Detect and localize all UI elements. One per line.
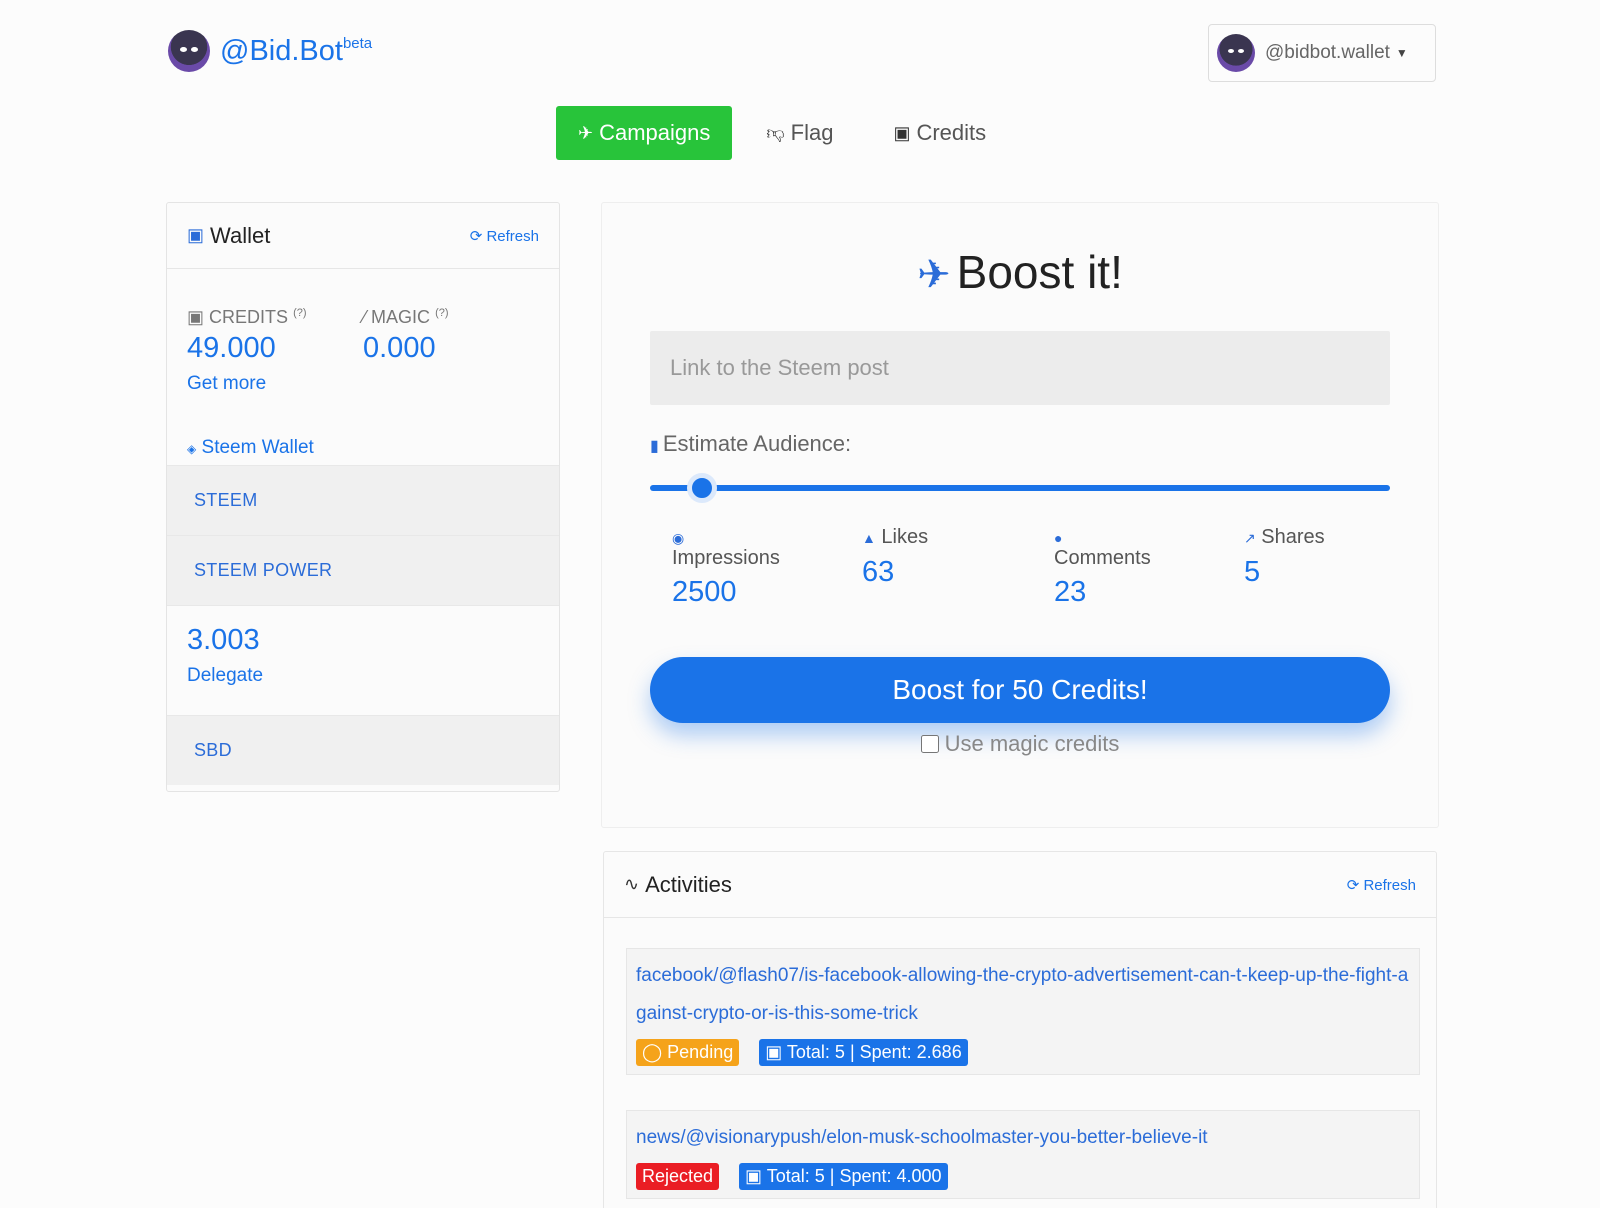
activities-header: ∿ Activities ⟳ Refresh <box>604 852 1436 918</box>
status-badge: Rejected <box>636 1163 720 1190</box>
rocket-icon: ✈ <box>917 253 951 297</box>
magic-balance: ⁄ MAGIC (?) 0.000 <box>363 307 539 395</box>
stat-comments: ● Comments 23 <box>1054 530 1151 608</box>
credits-balance: ▣ CREDITS (?) 49.000 Get more <box>187 307 363 395</box>
wallet-card: ▣ Wallet ⟳ Refresh ▣ CREDITS (?) 49.000 G… <box>166 202 560 792</box>
steem-row: STEEM <box>167 465 559 535</box>
tab-campaigns[interactable]: ✈ Campaigns <box>556 106 733 160</box>
get-more-link[interactable]: Get more <box>187 373 363 395</box>
steem-icon: ◈ <box>187 442 197 456</box>
tab-flag[interactable]: 👎︎ Flag <box>744 106 855 160</box>
estimate-audience-label: ▮ Estimate Audience: <box>650 431 852 456</box>
user-name: @bidbot.wallet <box>1265 42 1390 63</box>
boost-button[interactable]: Boost for 50 Credits! <box>650 657 1390 723</box>
bar-chart-icon: ▮ <box>650 438 659 455</box>
main-nav: ✈ Campaigns 👎︎ Flag ▣ Credits <box>556 106 1008 160</box>
user-menu-dropdown[interactable]: @bidbot.wallet ▼ <box>1208 24 1436 82</box>
money-icon: ▣ <box>187 225 205 245</box>
credits-value: 49.000 <box>187 332 276 364</box>
steem-wallet-link[interactable]: ◈ Steem Wallet <box>167 395 559 459</box>
credits-icon: ▣ <box>187 307 205 327</box>
bot-avatar-icon <box>168 30 210 72</box>
magic-help[interactable]: (?) <box>435 307 448 319</box>
delegate-link[interactable]: Delegate <box>187 665 539 687</box>
activity-link[interactable]: news/@visionarypush/elon-musk-schoolmast… <box>636 1127 1208 1148</box>
stat-impressions: ◉ Impressions 2500 <box>672 530 780 608</box>
caret-down-icon: ▼ <box>1395 46 1408 60</box>
wallet-title: ▣ Wallet <box>187 222 271 248</box>
rocket-icon: ✈ <box>578 122 594 143</box>
activity-item: news/@visionarypush/elon-musk-schoolmast… <box>626 1110 1420 1199</box>
post-link-input[interactable] <box>650 331 1390 405</box>
audience-slider-track[interactable] <box>650 485 1390 491</box>
comment-icon: ● <box>1054 530 1063 546</box>
totals-badge: ▣ Total: 5 | Spent: 2.686 <box>759 1039 968 1066</box>
activities-title: ∿ Activities <box>624 871 732 897</box>
activities-card: ∿ Activities ⟳ Refresh facebook/@flash07/… <box>603 851 1437 1208</box>
eye-icon: ◉ <box>672 530 685 546</box>
sbd-row: SBD <box>167 715 559 785</box>
money-icon: ▣ <box>893 122 911 143</box>
brand-logo[interactable]: @Bid.Botbeta <box>168 30 372 72</box>
totals-badge: ▣ Total: 5 | Spent: 4.000 <box>739 1163 948 1190</box>
share-icon: ↗ <box>1244 530 1256 546</box>
activity-item: facebook/@flash07/is-facebook-allowing-t… <box>626 948 1420 1075</box>
boost-title: ✈ Boost it! <box>917 246 1123 298</box>
stat-shares: ↗ Shares 5 <box>1244 526 1325 588</box>
boost-card: ✈Boost it! ▮Estimate Audience: ◉Impressi… <box>601 202 1439 828</box>
thumbs-down-icon: 👎︎ <box>766 123 785 143</box>
thumbs-up-icon: ▲ <box>862 530 876 546</box>
pulse-icon: ∿ <box>624 874 640 894</box>
tab-credits[interactable]: ▣ Credits <box>871 106 1008 160</box>
wallet-refresh-link[interactable]: ⟳ Refresh <box>470 227 539 245</box>
magic-credits-option: Use magic credits <box>602 731 1438 757</box>
stat-likes: ▲ Likes 63 <box>862 526 929 588</box>
audience-slider-handle[interactable] <box>686 473 717 503</box>
activity-link[interactable]: facebook/@flash07/is-facebook-allowing-t… <box>636 965 1408 1024</box>
user-avatar-icon <box>1217 34 1255 72</box>
credits-help[interactable]: (?) <box>293 307 306 319</box>
steem-power-row: STEEM POWER <box>167 535 559 605</box>
activities-refresh-link[interactable]: ⟳ Refresh <box>1347 876 1416 894</box>
magic-wand-icon: ⁄ <box>363 307 367 327</box>
status-badge: ◯ Pending <box>636 1039 740 1066</box>
wallet-header: ▣ Wallet ⟳ Refresh <box>167 203 559 269</box>
magic-value: 0.000 <box>363 332 436 364</box>
magic-credits-checkbox[interactable] <box>920 735 939 753</box>
brand-name: @Bid.Botbeta <box>220 34 373 67</box>
steem-power-value: 3.003 <box>187 624 260 656</box>
